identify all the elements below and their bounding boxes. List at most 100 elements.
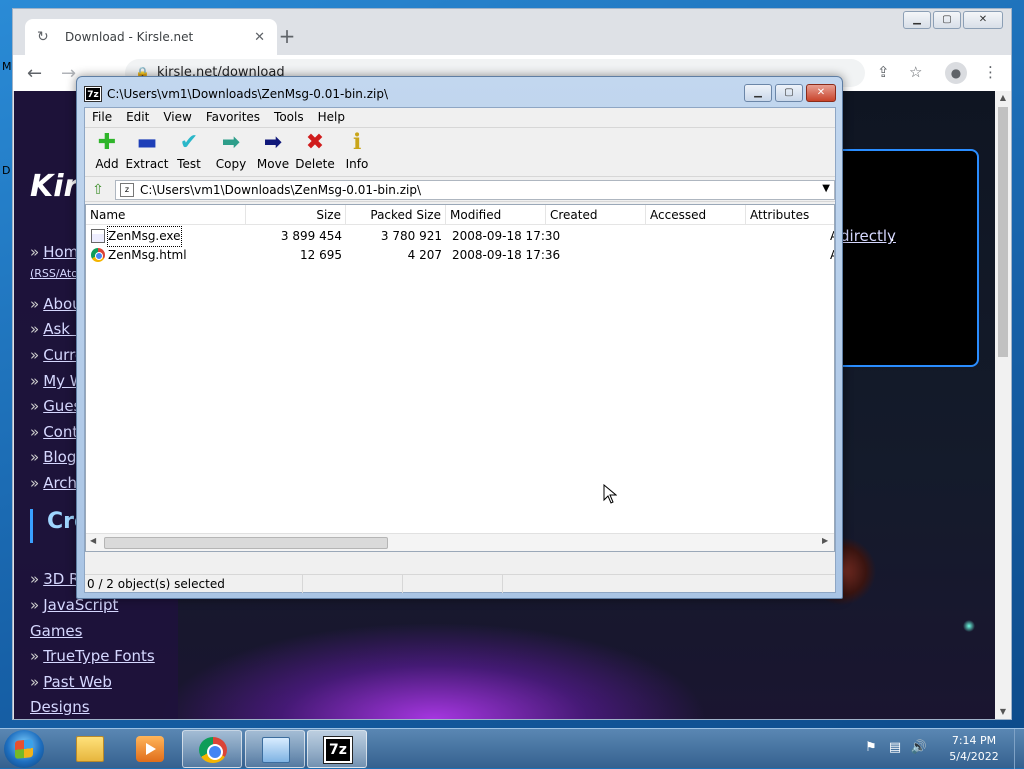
file-modified: 2008-09-18 17:36	[452, 248, 561, 262]
taskbar-7zip[interactable]: 7z	[307, 730, 367, 768]
section-link-text[interactable]: 3D R	[43, 570, 79, 588]
section-link-text[interactable]: TrueType Fonts	[43, 647, 155, 665]
bookmark-star-icon[interactable]: ☆	[909, 63, 922, 81]
extract-button[interactable]: ▬ Extract	[125, 130, 169, 176]
info-button[interactable]: ℹ Info	[335, 130, 379, 176]
taskbar-explorer[interactable]	[60, 730, 120, 768]
minimize-button[interactable]: ▁	[903, 11, 931, 29]
nav-link-text[interactable]: Hom	[43, 243, 78, 261]
menu-kebab-icon[interactable]: ⋮	[983, 63, 998, 81]
taskbar-chrome[interactable]	[182, 730, 242, 768]
close-button[interactable]: ✕	[963, 11, 1003, 29]
sevenzip-titlebar[interactable]: 7z C:\Users\vm1\Downloads\ZenMsg-0.01-bi…	[77, 77, 842, 109]
move-button[interactable]: ➡ Move	[251, 130, 295, 176]
folder-up-icon[interactable]: ⇧	[89, 181, 107, 199]
maximize-button[interactable]: ▢	[933, 11, 961, 29]
list-item[interactable]: ZenMsg.html 12 695 4 207 2008-09-18 17:3…	[86, 246, 834, 265]
clock-time: 7:14 PM	[951, 734, 997, 747]
file-attributes: A	[830, 227, 834, 246]
show-desktop-button[interactable]	[1014, 729, 1024, 769]
file-list[interactable]: Name Size Packed Size Modified Created A…	[85, 204, 835, 552]
nav-link[interactable]: » Abou	[30, 295, 82, 313]
download-directly-link[interactable]: directly	[840, 227, 896, 245]
nav-link[interactable]: » Blog	[30, 448, 76, 466]
nav-link[interactable]: » Cont	[30, 423, 78, 441]
browser-tab[interactable]: ↻ Download - Kirsle.net ✕	[25, 19, 277, 55]
section-link-continuation[interactable]: Games	[30, 622, 82, 640]
section-link[interactable]: » Past Web	[30, 673, 112, 691]
system-tray: ⚑ ▤ 🔊	[862, 739, 928, 757]
file-size: 3 899 454	[280, 229, 342, 243]
profile-avatar-icon[interactable]: ●	[945, 62, 967, 84]
menu-help[interactable]: Help	[311, 108, 352, 126]
forward-arrow-icon[interactable]: →	[61, 63, 76, 84]
minimize-button[interactable]: ▁	[744, 84, 772, 102]
taskbar-control-panel[interactable]	[245, 730, 305, 768]
copy-button[interactable]: ➡ Copy	[209, 130, 253, 176]
loading-spinner-icon: ↻	[37, 29, 49, 45]
start-button[interactable]	[4, 730, 44, 768]
close-button[interactable]: ✕	[806, 84, 836, 102]
menu-edit[interactable]: Edit	[119, 108, 156, 126]
nav-link-text[interactable]: Cont	[43, 423, 78, 441]
back-arrow-icon[interactable]: ←	[27, 63, 42, 84]
maximize-button[interactable]: ▢	[775, 84, 803, 102]
chevron-down-icon[interactable]: ▼	[822, 183, 830, 194]
column-size[interactable]: Size	[246, 205, 346, 225]
section-link-text[interactable]: Past Web	[43, 673, 112, 691]
address-row: ⇧ z C:\Users\vm1\Downloads\ZenMsg-0.01-b…	[85, 178, 835, 202]
toolbar-label: Delete	[295, 157, 335, 171]
column-name[interactable]: Name	[86, 205, 246, 225]
share-icon[interactable]: ⇪	[877, 63, 890, 81]
bullet-icon: »	[30, 596, 40, 614]
list-header: Name Size Packed Size Modified Created A…	[86, 205, 834, 225]
page-scrollbar[interactable]: ▲ ▼	[995, 91, 1011, 719]
column-accessed[interactable]: Accessed	[646, 205, 746, 225]
tab-close-icon[interactable]: ✕	[254, 30, 265, 45]
section-link-continuation[interactable]: Designs	[30, 698, 90, 716]
scroll-left-icon[interactable]: ◀	[90, 536, 96, 545]
section-link[interactable]: » TrueType Fonts	[30, 647, 155, 665]
menu-view[interactable]: View	[156, 108, 198, 126]
scroll-right-icon[interactable]: ▶	[822, 536, 828, 545]
menu-tools[interactable]: Tools	[267, 108, 311, 126]
nav-link[interactable]: » Gues	[30, 397, 81, 415]
info-period: .	[890, 227, 895, 245]
column-modified[interactable]: Modified	[446, 205, 546, 225]
list-item[interactable]: ZenMsg.exe 3 899 454 3 780 921 2008-09-1…	[86, 226, 834, 247]
path-combobox[interactable]: z C:\Users\vm1\Downloads\ZenMsg-0.01-bin…	[115, 180, 835, 200]
add-button[interactable]: ✚ Add	[85, 130, 129, 176]
section-link[interactable]: » 3D R	[30, 570, 79, 588]
horizontal-scrollbar[interactable]: ◀ ▶	[86, 533, 834, 551]
action-center-flag-icon[interactable]: ⚑	[862, 739, 880, 757]
column-packed-size[interactable]: Packed Size	[346, 205, 446, 225]
nav-link[interactable]: » Archi	[30, 474, 81, 492]
system-clock[interactable]: 7:14 PM 5/4/2022	[936, 733, 1012, 765]
menu-favorites[interactable]: Favorites	[199, 108, 267, 126]
check-icon: ✔	[179, 130, 199, 155]
network-icon[interactable]: ▤	[886, 739, 904, 757]
delete-button[interactable]: ✖ Delete	[293, 130, 337, 176]
sevenzip-client-area: File Edit View Favorites Tools Help ✚ Ad…	[84, 107, 836, 593]
scroll-up-icon[interactable]: ▲	[995, 91, 1011, 105]
status-pane	[303, 575, 403, 593]
new-tab-button[interactable]: +	[275, 25, 299, 49]
rss-link[interactable]: (RSS/Ato	[30, 267, 78, 280]
window-title: C:\Users\vm1\Downloads\ZenMsg-0.01-bin.z…	[107, 87, 388, 101]
menu-file[interactable]: File	[85, 108, 119, 126]
section-link-text[interactable]: Games	[30, 622, 82, 640]
scrollbar-thumb[interactable]	[104, 537, 388, 549]
section-link-text[interactable]: Designs	[30, 698, 90, 716]
test-button[interactable]: ✔ Test	[167, 130, 211, 176]
nav-link[interactable]: » Hom	[30, 243, 78, 261]
nav-link-text[interactable]: Blog	[43, 448, 76, 466]
scroll-down-icon[interactable]: ▼	[995, 705, 1011, 719]
bullet-icon: »	[30, 423, 40, 441]
taskbar-media-player[interactable]	[120, 730, 180, 768]
column-created[interactable]: Created	[546, 205, 646, 225]
file-name[interactable]: ZenMsg.exe	[107, 226, 182, 247]
file-name[interactable]: ZenMsg.html	[108, 246, 187, 265]
volume-icon[interactable]: 🔊	[910, 739, 928, 757]
scrollbar-thumb[interactable]	[998, 107, 1008, 357]
column-attributes[interactable]: Attributes	[746, 205, 834, 225]
